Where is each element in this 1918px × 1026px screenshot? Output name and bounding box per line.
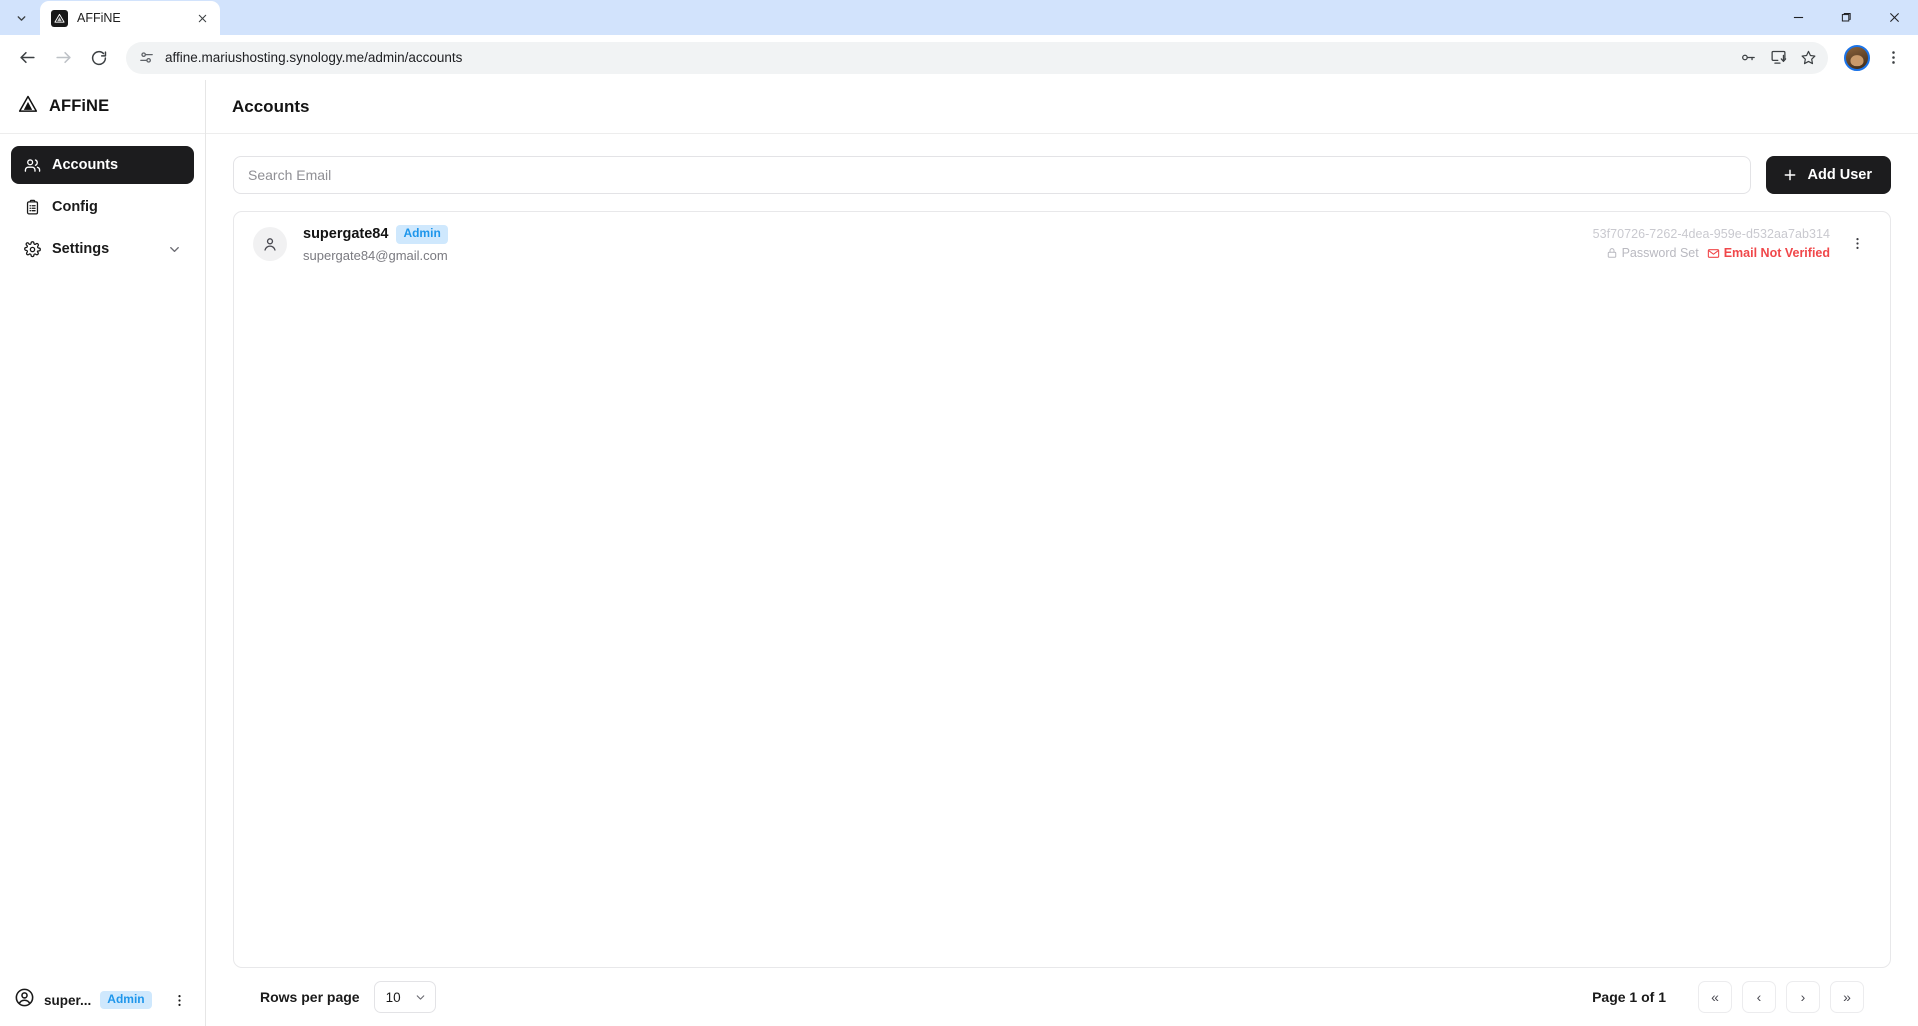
user-role-badge: Admin <box>396 225 448 244</box>
rows-per-page-select[interactable]: 10 <box>373 981 436 1013</box>
sidebar-item-label: Config <box>52 199 98 215</box>
window-minimize-button[interactable] <box>1774 0 1822 35</box>
brand-name: AFFiNE <box>49 97 110 115</box>
url-text: affine.mariushosting.synology.me/admin/a… <box>165 50 463 65</box>
site-settings-icon[interactable] <box>138 49 155 66</box>
sidebar-item-label: Accounts <box>52 157 119 173</box>
table-footer: Rows per page 10 Page 1 of 1 « ‹ › » <box>233 968 1891 1026</box>
main-header: Accounts <box>206 80 1918 134</box>
rows-per-page-label: Rows per page <box>260 989 360 1005</box>
tab-title: AFFiNE <box>77 11 121 25</box>
plus-icon <box>1784 169 1795 181</box>
lock-icon <box>1607 248 1616 259</box>
row-actions-button[interactable] <box>1844 231 1870 257</box>
rows-per-page-control: Rows per page 10 <box>260 981 436 1013</box>
window-controls <box>1774 0 1918 35</box>
avatar <box>253 226 287 261</box>
person-icon <box>264 238 276 251</box>
arrow-right-icon <box>55 51 71 64</box>
window-maximize-button[interactable] <box>1822 0 1870 35</box>
gear-icon <box>23 240 41 258</box>
omnibox-actions <box>1734 44 1822 72</box>
sidebar-user-menu-button[interactable] <box>167 988 191 1012</box>
search-input[interactable] <box>233 156 1751 194</box>
clipboard-list-icon <box>23 199 41 216</box>
browser-chrome: AFFiNE affine.mariushosting.synology.me/… <box>0 0 1918 80</box>
accounts-table: supergate84 Admin supergate84@gmail.com … <box>233 211 1891 968</box>
main-content: Accounts Add User <box>206 80 1918 1026</box>
page-title: Accounts <box>232 96 310 116</box>
browser-profile-avatar[interactable] <box>1844 44 1870 71</box>
sidebar-item-label: Settings <box>52 241 110 257</box>
user-email: supergate84@gmail.com <box>303 247 448 263</box>
row-status-section: 53f70726-7262-4dea-959e-d532aa7ab314 Pas… <box>1593 227 1830 260</box>
password-status-label: Password Set <box>1621 246 1699 261</box>
table-row[interactable]: supergate84 Admin supergate84@gmail.com … <box>234 212 1890 276</box>
sidebar-item-settings[interactable]: Settings <box>11 230 194 268</box>
install-app-icon[interactable] <box>1764 44 1792 72</box>
user-id: 53f70726-7262-4dea-959e-d532aa7ab314 <box>1592 227 1830 242</box>
status-row: Password Set Email Not Verified <box>1606 246 1830 260</box>
add-user-button[interactable]: Add User <box>1765 156 1891 194</box>
next-page-button[interactable]: › <box>1786 981 1820 1013</box>
affine-logo-icon <box>51 9 68 27</box>
pagination-buttons: « ‹ › » <box>1698 981 1864 1013</box>
back-button[interactable] <box>10 41 44 75</box>
close-icon <box>198 14 206 22</box>
window-close-icon <box>1889 12 1899 23</box>
kebab-menu-icon <box>1855 238 1859 250</box>
toolbar-row: Add User <box>233 156 1891 194</box>
rows-per-page-value: 10 <box>385 989 401 1005</box>
password-status-badge: Password Set <box>1606 246 1699 260</box>
add-user-label: Add User <box>1807 167 1872 183</box>
window-close-button[interactable] <box>1870 0 1918 35</box>
email-status-badge: Email Not Verified <box>1707 246 1830 260</box>
sidebar-user-footer[interactable]: super... Admin <box>0 974 205 1026</box>
sidebar-user-role-badge: Admin <box>100 990 152 1010</box>
first-page-button[interactable]: « <box>1698 981 1732 1013</box>
sidebar-nav: Accounts Config Settings <box>0 134 205 268</box>
arrow-left-icon <box>19 51 35 64</box>
page-info: Page 1 of 1 <box>1592 989 1666 1005</box>
reload-icon <box>91 50 107 65</box>
user-name-row: supergate84 Admin <box>303 225 448 244</box>
email-status-label: Email Not Verified <box>1723 246 1830 261</box>
chevron-down-icon[interactable] <box>167 242 182 257</box>
reload-button[interactable] <box>82 41 116 75</box>
kebab-menu-icon <box>177 994 181 1006</box>
mail-icon <box>1707 249 1719 258</box>
main-body: Add User supergate84 Admin <box>206 134 1918 1026</box>
address-bar[interactable]: affine.mariushosting.synology.me/admin/a… <box>126 41 1828 74</box>
affine-triangle-logo-icon <box>18 94 38 119</box>
browser-tab[interactable]: AFFiNE <box>40 1 220 35</box>
browser-toolbar: affine.mariushosting.synology.me/admin/a… <box>0 35 1918 80</box>
maximize-icon <box>1841 12 1851 22</box>
app-container: AFFiNE Accounts Config Settings super...… <box>0 80 1918 1026</box>
pagination: Page 1 of 1 « ‹ › » <box>1592 981 1864 1013</box>
kebab-menu-icon <box>1891 51 1895 64</box>
minimize-icon <box>1793 16 1803 19</box>
tab-search-button[interactable] <box>4 3 38 33</box>
sidebar-item-config[interactable]: Config <box>11 188 194 226</box>
sidebar-item-accounts[interactable]: Accounts <box>11 146 194 184</box>
user-name: supergate84 <box>303 226 389 243</box>
user-circle-icon <box>14 987 35 1013</box>
last-page-button[interactable]: » <box>1830 981 1864 1013</box>
chevron-down-icon <box>17 15 25 21</box>
sidebar-brand: AFFiNE <box>0 80 205 134</box>
row-right-section: 53f70726-7262-4dea-959e-d532aa7ab314 Pas… <box>1593 227 1870 260</box>
chevron-down-icon <box>416 994 424 1000</box>
users-icon <box>23 157 41 174</box>
bookmark-star-icon[interactable] <box>1794 44 1822 72</box>
tab-strip: AFFiNE <box>0 0 1918 35</box>
forward-button[interactable] <box>46 41 80 75</box>
previous-page-button[interactable]: ‹ <box>1742 981 1776 1013</box>
tab-close-button[interactable] <box>193 9 211 27</box>
password-key-icon[interactable] <box>1734 44 1762 72</box>
user-info: supergate84 Admin supergate84@gmail.com <box>303 225 448 263</box>
sidebar: AFFiNE Accounts Config Settings super...… <box>0 80 206 1026</box>
sidebar-user-name: super... <box>44 992 92 1008</box>
browser-menu-button[interactable] <box>1878 43 1908 73</box>
